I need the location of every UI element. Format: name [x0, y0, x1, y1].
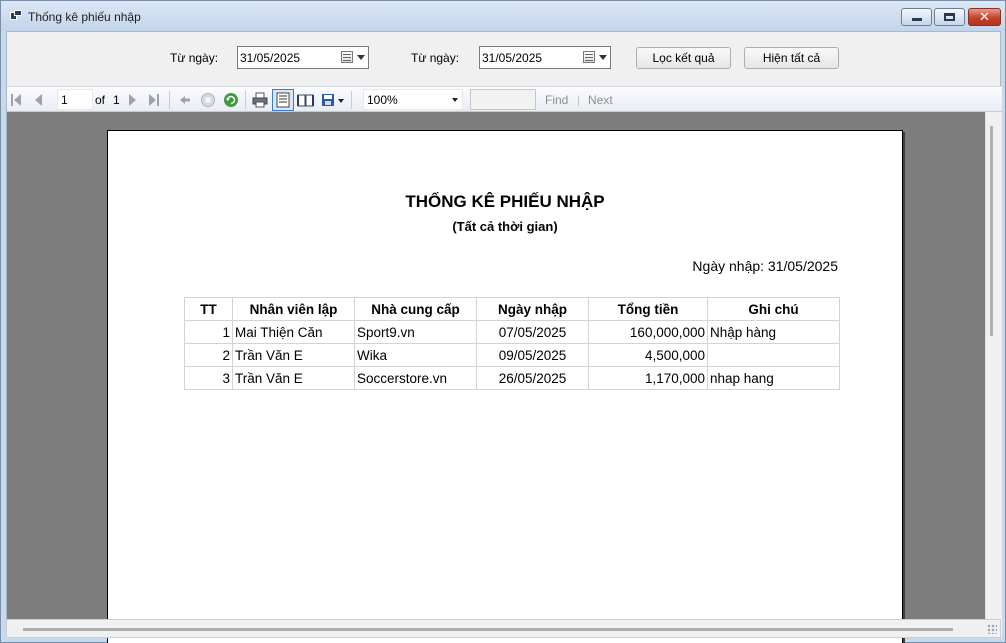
print-layout-icon[interactable] — [272, 89, 294, 111]
toolbar-separator — [351, 91, 352, 109]
toolbar-separator — [169, 91, 170, 109]
from-date-label: Từ ngày: — [170, 51, 219, 65]
find-input[interactable] — [470, 89, 536, 110]
column-header: Tổng tiền — [588, 297, 708, 321]
page-of-label: of — [95, 93, 106, 107]
first-page-icon[interactable] — [10, 92, 26, 108]
page-number-input[interactable]: 1 — [57, 89, 93, 110]
table-cell: Sport9.vn — [354, 320, 477, 344]
table-header-row: TT Nhân viên lập Nhà cung cấp Ngày nhập … — [184, 297, 840, 321]
zoom-select[interactable]: 100% — [363, 89, 463, 110]
table-cell: Trần Văn E — [232, 343, 355, 367]
window-title: Thống kê phiếu nhập — [28, 10, 141, 24]
column-header: Nhà cung cấp — [354, 297, 477, 321]
table-cell: 4,500,000 — [588, 343, 708, 367]
table-cell: Soccerstore.vn — [354, 366, 477, 390]
report-table: TT Nhân viên lập Nhà cung cấp Ngày nhập … — [184, 297, 840, 390]
calendar-icon — [583, 51, 595, 63]
export-icon[interactable] — [321, 92, 345, 108]
table-row: 1 Mai Thiện Căn Sport9.vn 07/05/2025 160… — [184, 320, 840, 344]
report-subtitle: (Tất cả thời gian) — [452, 219, 558, 234]
refresh-icon[interactable] — [223, 92, 239, 108]
table-cell: 1 — [184, 320, 233, 344]
report-viewer[interactable]: THỐNG KÊ PHIẾU NHẬP (Tất cả thời gian) N… — [7, 112, 1002, 643]
scrollbar-thumb[interactable] — [990, 126, 993, 336]
from-date-value: 31/05/2025 — [240, 51, 301, 65]
find-separator: | — [577, 93, 581, 107]
from-date-picker[interactable]: 31/05/2025 — [237, 46, 369, 69]
app-icon — [10, 10, 22, 21]
table-cell: Nhập hàng — [707, 320, 840, 344]
chevron-down-icon[interactable] — [357, 55, 365, 60]
report-toolbar: 1 of 1 100% Find | Next — [7, 86, 1002, 112]
table-cell — [707, 343, 840, 367]
report-title: THỐNG KÊ PHIẾU NHẬP — [405, 192, 605, 211]
next-page-icon[interactable] — [125, 92, 141, 108]
toolbar-separator — [245, 91, 246, 109]
table-cell: 07/05/2025 — [476, 320, 589, 344]
table-row: 2 Trần Văn E Wika 09/05/2025 4,500,000 — [184, 343, 840, 367]
table-cell: 1,170,000 — [588, 366, 708, 390]
table-cell: 2 — [184, 343, 233, 367]
table-row: 3 Trần Văn E Soccerstore.vn 26/05/2025 1… — [184, 366, 840, 390]
table-cell: 160,000,000 — [588, 320, 708, 344]
page-setup-icon[interactable] — [297, 92, 314, 108]
table-cell: nhap hang — [707, 366, 840, 390]
table-cell: Trần Văn E — [232, 366, 355, 390]
calendar-icon — [341, 51, 353, 63]
window: Thống kê phiếu nhập ✕ Từ ngày: 31/05/202… — [0, 0, 1006, 643]
client-area: Từ ngày: 31/05/2025 Từ ngày: 31/05/2025 … — [6, 31, 1002, 643]
chevron-down-icon[interactable] — [599, 55, 607, 60]
page-total: 1 — [113, 93, 120, 107]
last-page-icon[interactable] — [147, 92, 163, 108]
table-cell: Wika — [354, 343, 477, 367]
minimize-button[interactable] — [901, 8, 932, 26]
to-date-picker[interactable]: 31/05/2025 — [479, 46, 611, 69]
report-date: Ngày nhập: 31/05/2025 — [692, 258, 838, 274]
to-date-value: 31/05/2025 — [482, 51, 543, 65]
column-header: Ghi chú — [707, 297, 840, 321]
prev-page-icon[interactable] — [31, 92, 47, 108]
table-cell: 09/05/2025 — [476, 343, 589, 367]
table-cell: Mai Thiện Căn — [232, 320, 355, 344]
horizontal-scrollbar[interactable] — [6, 619, 1001, 638]
resize-grip-icon[interactable] — [987, 624, 997, 634]
show-all-button[interactable]: Hiện tất cả — [744, 47, 839, 69]
scrollbar-thumb[interactable] — [23, 628, 953, 631]
maximize-button[interactable] — [934, 8, 965, 26]
close-icon: ✕ — [979, 10, 990, 25]
title-bar[interactable]: Thống kê phiếu nhập ✕ — [1, 1, 1005, 31]
vertical-scrollbar[interactable] — [985, 112, 1002, 638]
column-header: TT — [184, 297, 233, 321]
chevron-down-icon — [452, 98, 458, 102]
next-link[interactable]: Next — [588, 93, 613, 107]
table-cell: 3 — [184, 366, 233, 390]
zoom-value: 100% — [367, 93, 398, 107]
minimize-icon — [912, 18, 922, 21]
column-header: Ngày nhập — [476, 297, 589, 321]
stop-icon[interactable] — [200, 92, 216, 108]
to-date-label: Từ ngày: — [411, 51, 460, 65]
back-icon[interactable] — [177, 92, 193, 108]
column-header: Nhân viên lập — [232, 297, 355, 321]
find-link[interactable]: Find — [545, 93, 568, 107]
maximize-icon — [944, 13, 955, 21]
filter-results-button[interactable]: Lọc kết quả — [636, 47, 731, 69]
close-button[interactable]: ✕ — [968, 8, 1001, 26]
print-icon[interactable] — [252, 92, 268, 108]
report-page: THỐNG KÊ PHIẾU NHẬP (Tất cả thời gian) N… — [107, 130, 903, 643]
table-cell: 26/05/2025 — [476, 366, 589, 390]
